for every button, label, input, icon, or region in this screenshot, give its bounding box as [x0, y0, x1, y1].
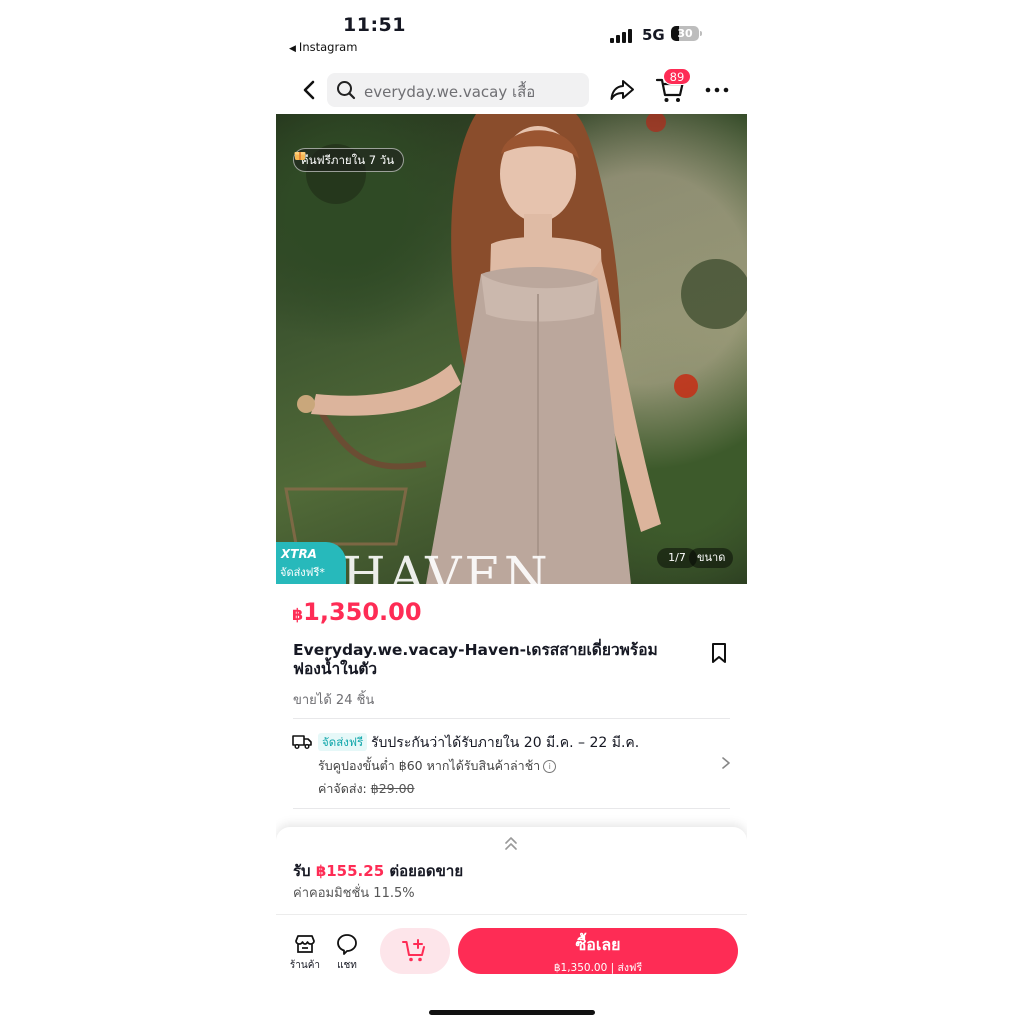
size-chip[interactable]: ขนาด — [689, 548, 734, 568]
divider — [276, 914, 747, 915]
commission-earning: รับ ฿155.25 ต่อยอดขาย — [293, 859, 463, 883]
add-to-cart-button[interactable] — [380, 928, 450, 974]
buy-now-subtitle: ฿1,350.00 | ส่งฟรี — [553, 962, 643, 974]
free-return-label: คืนฟรีภายใน 7 วัน — [301, 153, 395, 167]
sold-count: ขายได้ 24 ชิ้น — [293, 693, 375, 708]
gift-icon — [294, 152, 306, 160]
earn-amount: ฿155.25 — [315, 862, 385, 880]
home-indicator[interactable] — [429, 1010, 595, 1015]
search-query: everyday.we.vacay เสื้อ — [364, 83, 536, 101]
coupon-text: รับคูปองขั้นต่ำ ฿60 หากได้รับสินค้าล่าช้… — [318, 758, 541, 773]
xtra-label: XTRA — [281, 547, 317, 561]
buy-now-button[interactable]: ซื้อเลย ฿1,350.00 | ส่งฟรี — [458, 928, 738, 974]
shop-label: ร้านค้า — [289, 960, 321, 971]
back-to-app-link[interactable]: ◀ Instagram — [289, 40, 357, 54]
search-input[interactable]: everyday.we.vacay เสื้อ — [327, 73, 589, 107]
earn-prefix: รับ — [293, 862, 311, 880]
chevron-left-icon — [303, 80, 315, 100]
more-options-button[interactable] — [704, 79, 730, 101]
xtra-free-shipping-badge: XTRA จัดส่งฟรี* — [276, 542, 346, 584]
divider — [293, 718, 730, 719]
xtra-sub-label: จัดส่งฟรี* — [280, 566, 325, 579]
status-time: 11:51 — [343, 14, 406, 36]
divider — [293, 808, 730, 809]
brand-overlay-text: HAVEN — [342, 546, 551, 584]
delivery-truck-icon — [292, 735, 312, 749]
product-price: ฿1,350.00 — [292, 598, 422, 626]
shipping-fee-label: ค่าจัดส่ง: — [318, 781, 367, 796]
share-button[interactable] — [608, 76, 636, 104]
late-delivery-coupon: รับคูปองขั้นต่ำ ฿60 หากได้รับสินค้าล่าช้… — [318, 756, 557, 776]
battery-level: 30 — [677, 27, 693, 40]
buy-now-label: ซื้อเลย — [575, 935, 621, 954]
price-value: 1,350.00 — [303, 598, 422, 626]
phone-screen: 11:51 ◀ Instagram 5G 30 everyday.we.vacay… — [276, 0, 747, 1024]
cart-count-badge: 89 — [663, 68, 691, 85]
back-button[interactable] — [296, 76, 324, 104]
back-triangle-icon: ◀ — [289, 44, 296, 54]
more-icon — [705, 87, 729, 93]
commission-sheet: รับ ฿155.25 ต่อยอดขาย ค่าคอมมิชชั่น 11.5… — [276, 827, 747, 1024]
delivery-guarantee: รับประกันว่าได้รับภายใน 20 มี.ค. – 22 มี… — [371, 735, 640, 751]
chat-icon — [337, 934, 357, 955]
commission-rate: ค่าคอมมิชชั่น 11.5% — [293, 886, 415, 901]
battery-icon: 30 — [671, 26, 699, 41]
share-icon — [610, 80, 634, 100]
expand-up-icon[interactable] — [502, 835, 520, 851]
shipping-fee: ค่าจัดส่ง: ฿29.00 — [318, 779, 415, 799]
shipping-fee-value: ฿29.00 — [370, 781, 415, 796]
battery-tip — [700, 31, 702, 36]
product-photo — [284, 114, 747, 584]
add-to-cart-icon — [402, 939, 425, 962]
free-return-badge[interactable]: คืนฟรีภายใน 7 วัน — [293, 148, 405, 172]
search-icon — [337, 81, 356, 100]
bookmark-button[interactable] — [709, 642, 729, 664]
back-app-label: Instagram — [298, 40, 358, 54]
chat-button[interactable]: แชท — [327, 932, 367, 973]
product-image-carousel[interactable]: คืนฟรีภายใน 7 วัน HAVEN XTRA จัดส่งฟรี* … — [276, 114, 747, 584]
product-title: Everyday.we.vacay-Haven-เดรสสายเดี่ยวพร้… — [293, 641, 658, 678]
bookmark-icon — [712, 643, 726, 663]
chevron-right-icon — [722, 757, 730, 769]
free-shipping-tag: จัดส่งฟรี — [318, 733, 368, 751]
chat-label: แชท — [337, 960, 357, 971]
network-label: 5G — [642, 26, 665, 44]
signal-icon — [610, 27, 634, 43]
price-currency: ฿ — [292, 605, 304, 624]
info-icon[interactable]: i — [543, 760, 557, 773]
store-icon — [295, 935, 315, 953]
shop-button[interactable]: ร้านค้า — [285, 932, 325, 973]
earn-suffix: ต่อยอดขาย — [389, 862, 464, 880]
